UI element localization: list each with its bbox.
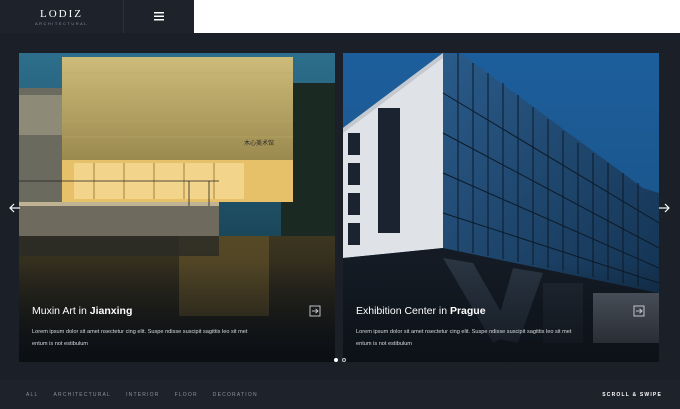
arrow-left-icon[interactable] (9, 201, 21, 213)
project-slider[interactable]: 木心美术馆 Muxin Art in Jianxing Lorem ipsum … (0, 33, 680, 380)
slide-title: Muxin Art in Jianxing (32, 305, 132, 317)
filter-all[interactable]: ALL (26, 392, 39, 398)
slide-card-muxin[interactable]: 木心美术馆 Muxin Art in Jianxing Lorem ipsum … (19, 53, 335, 362)
header-bar: LODIZ ARCHITECTURAL (0, 0, 194, 33)
exit-icon[interactable] (633, 304, 645, 317)
museum-sign-text: 木心美术馆 (244, 139, 274, 147)
slide-title-prefix: Muxin Art in (32, 305, 90, 317)
filter-architectural[interactable]: ARCHITECTURAL (54, 392, 112, 398)
arrow-right-icon[interactable] (658, 201, 670, 213)
menu-button[interactable] (124, 0, 194, 33)
slide-title: Exhibition Center in Prague (356, 305, 486, 317)
slide-description: Lorem ipsum dolor sit amet nsectetur cin… (356, 329, 572, 347)
filter-decoration[interactable]: DECORATION (213, 392, 258, 398)
filter-interior[interactable]: INTERIOR (126, 392, 160, 398)
header-blank-area (194, 0, 680, 33)
slider-pagination (334, 358, 346, 362)
slide-title-highlight: Jianxing (89, 305, 133, 317)
logo-text: LODIZ (40, 7, 83, 20)
pagination-dot[interactable] (342, 358, 346, 362)
hamburger-icon (154, 8, 164, 26)
filter-floor[interactable]: FLOOR (175, 392, 198, 398)
scroll-swipe-label: SCROLL & SWIPE (602, 392, 662, 398)
slide-description: Lorem ipsum dolor sit amet nsectetur cin… (32, 329, 248, 347)
category-filters: ALL ARCHITECTURAL INTERIOR FLOOR DECORAT… (0, 392, 258, 398)
exit-icon[interactable] (309, 304, 321, 317)
slide-card-prague[interactable]: Exhibition Center in Prague Lorem ipsum … (343, 53, 659, 362)
slide-title-prefix: Exhibition Center in (356, 305, 450, 317)
filter-bar: ALL ARCHITECTURAL INTERIOR FLOOR DECORAT… (0, 380, 680, 409)
logo[interactable]: LODIZ ARCHITECTURAL (0, 0, 124, 33)
logo-subtext: ARCHITECTURAL (34, 20, 89, 26)
slide-title-highlight: Prague (449, 305, 486, 317)
pagination-dot-active[interactable] (334, 358, 338, 362)
